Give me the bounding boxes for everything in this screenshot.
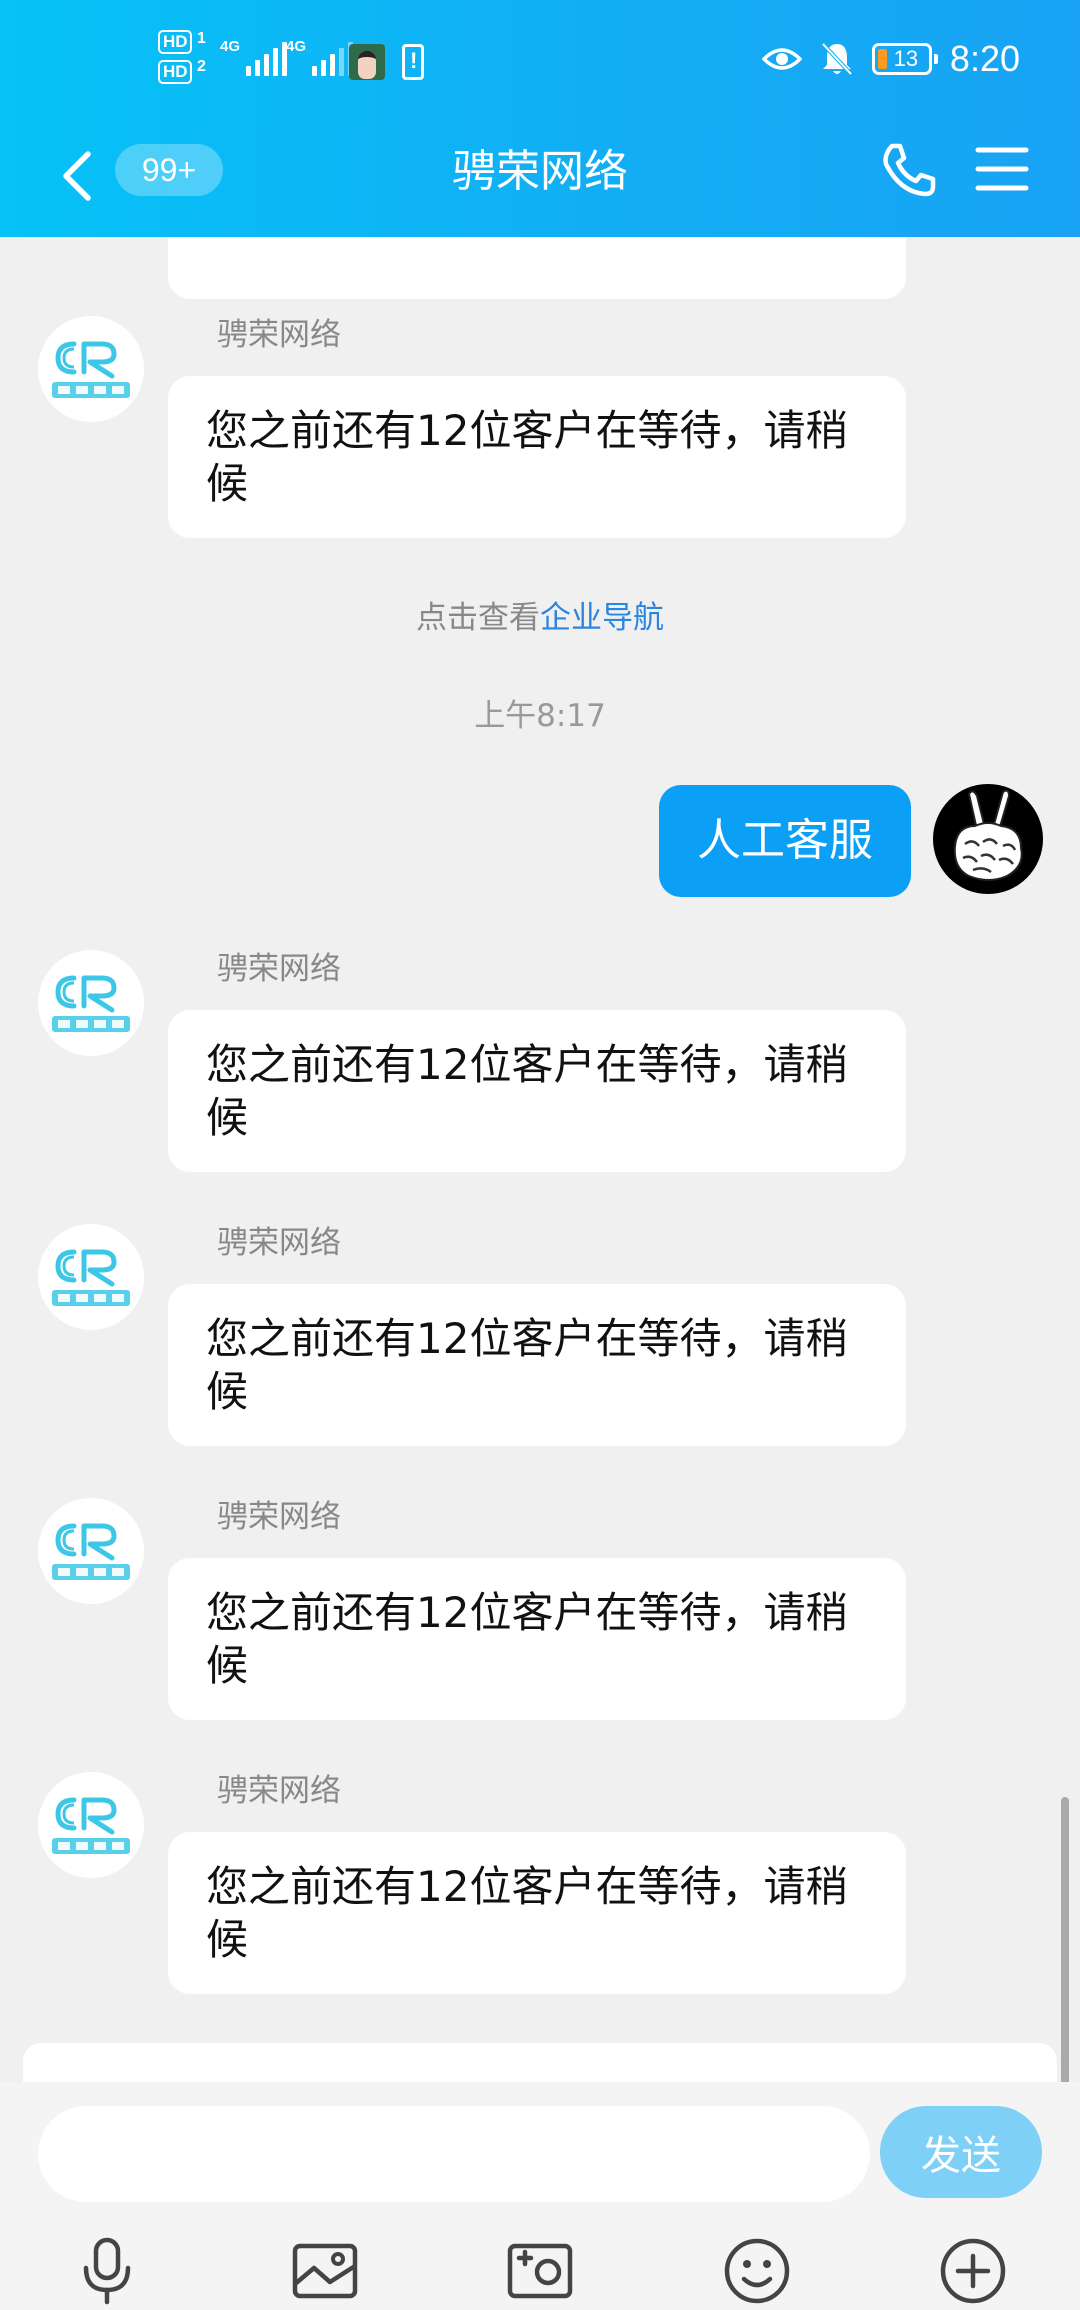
sim1-number: 1 [197, 30, 206, 47]
message-bubble[interactable]: 您之前还有12位客户在等待，请稍候 [168, 1832, 906, 1994]
sim-indicators: HD HD [158, 30, 194, 90]
rabbit-avatar-icon [953, 789, 1023, 881]
sender-name: 骋荣网络 [217, 951, 341, 987]
status-bar: HD HD 1 2 4G 4G ! 13 8:20 [0, 0, 1080, 126]
company-avatar[interactable] [38, 950, 144, 1056]
company-logo-icon [52, 975, 130, 1032]
company-avatar[interactable] [38, 1772, 144, 1878]
sender-name: 骋荣网络 [217, 1225, 341, 1261]
image-icon[interactable] [290, 2236, 360, 2306]
signal-icon-2: 4G [286, 38, 354, 76]
sim2-number: 2 [197, 58, 206, 75]
company-logo-icon [52, 1797, 130, 1854]
company-logo-icon [52, 1249, 130, 1306]
nav-bar: 99+ 骋荣网络 [0, 126, 1080, 237]
notification-avatar-icon [349, 44, 385, 80]
system-tip-text: 点击查看 [416, 600, 540, 636]
network-type-1: 4G [220, 38, 241, 55]
message-bubble[interactable]: 您之前还有12位客户在等待，请稍候 [168, 1284, 906, 1446]
unread-badge[interactable]: 99+ [115, 144, 223, 196]
company-logo-icon [52, 341, 130, 398]
message-list[interactable]: 骋荣网络 您之前还有12位客户在等待，请稍候 点击查看企业导航 上午8:17 人… [0, 237, 1080, 2082]
top-bar: HD HD 1 2 4G 4G ! 13 8:20 99+ 骋荣网络 [0, 0, 1080, 237]
status-right-group: 13 8:20 [761, 38, 1020, 80]
outgoing-message-bubble[interactable]: 人工客服 [659, 785, 911, 897]
input-toolbar [0, 2232, 1080, 2310]
user-avatar[interactable] [933, 784, 1043, 894]
sim1-hd-label: HD [158, 30, 192, 54]
battery-icon: 13 [871, 43, 938, 75]
send-button[interactable]: 发送 [880, 2106, 1042, 2198]
card-preview[interactable] [23, 2043, 1057, 2082]
company-logo-icon [52, 1523, 130, 1580]
system-tip: 点击查看企业导航 [0, 592, 1080, 637]
message-bubble-partial [168, 237, 906, 299]
message-input[interactable] [38, 2106, 870, 2202]
enterprise-nav-link[interactable]: 企业导航 [540, 600, 664, 636]
phone-icon[interactable] [878, 140, 938, 200]
sim2-hd-label: HD [158, 60, 192, 84]
message-bubble[interactable]: 您之前还有12位客户在等待，请稍候 [168, 1558, 906, 1720]
eye-icon [761, 48, 802, 70]
sender-name: 骋荣网络 [217, 317, 341, 353]
emoji-icon[interactable] [722, 2236, 792, 2306]
menu-icon[interactable] [975, 144, 1029, 194]
message-timestamp: 上午8:17 [474, 698, 606, 734]
scrollbar[interactable] [1061, 1797, 1069, 2082]
plus-icon[interactable] [938, 2236, 1008, 2306]
company-avatar[interactable] [38, 1498, 144, 1604]
sender-name: 骋荣网络 [217, 1773, 341, 1809]
signal-icon-1: 4G [220, 38, 288, 76]
company-avatar[interactable] [38, 1224, 144, 1330]
microphone-icon[interactable] [72, 2236, 142, 2306]
composer: 发送 [0, 2082, 1080, 2310]
camera-icon[interactable] [505, 2236, 575, 2306]
network-type-2: 4G [286, 38, 307, 55]
message-bubble[interactable]: 您之前还有12位客户在等待，请稍候 [168, 376, 906, 538]
status-time: 8:20 [949, 38, 1020, 79]
bell-off-icon [821, 42, 853, 76]
message-bubble[interactable]: 您之前还有12位客户在等待，请稍候 [168, 1010, 906, 1172]
battery-alert-icon [402, 44, 424, 80]
sender-name: 骋荣网络 [217, 1499, 341, 1535]
company-avatar[interactable] [38, 316, 144, 422]
back-arrow-icon[interactable] [52, 146, 102, 206]
